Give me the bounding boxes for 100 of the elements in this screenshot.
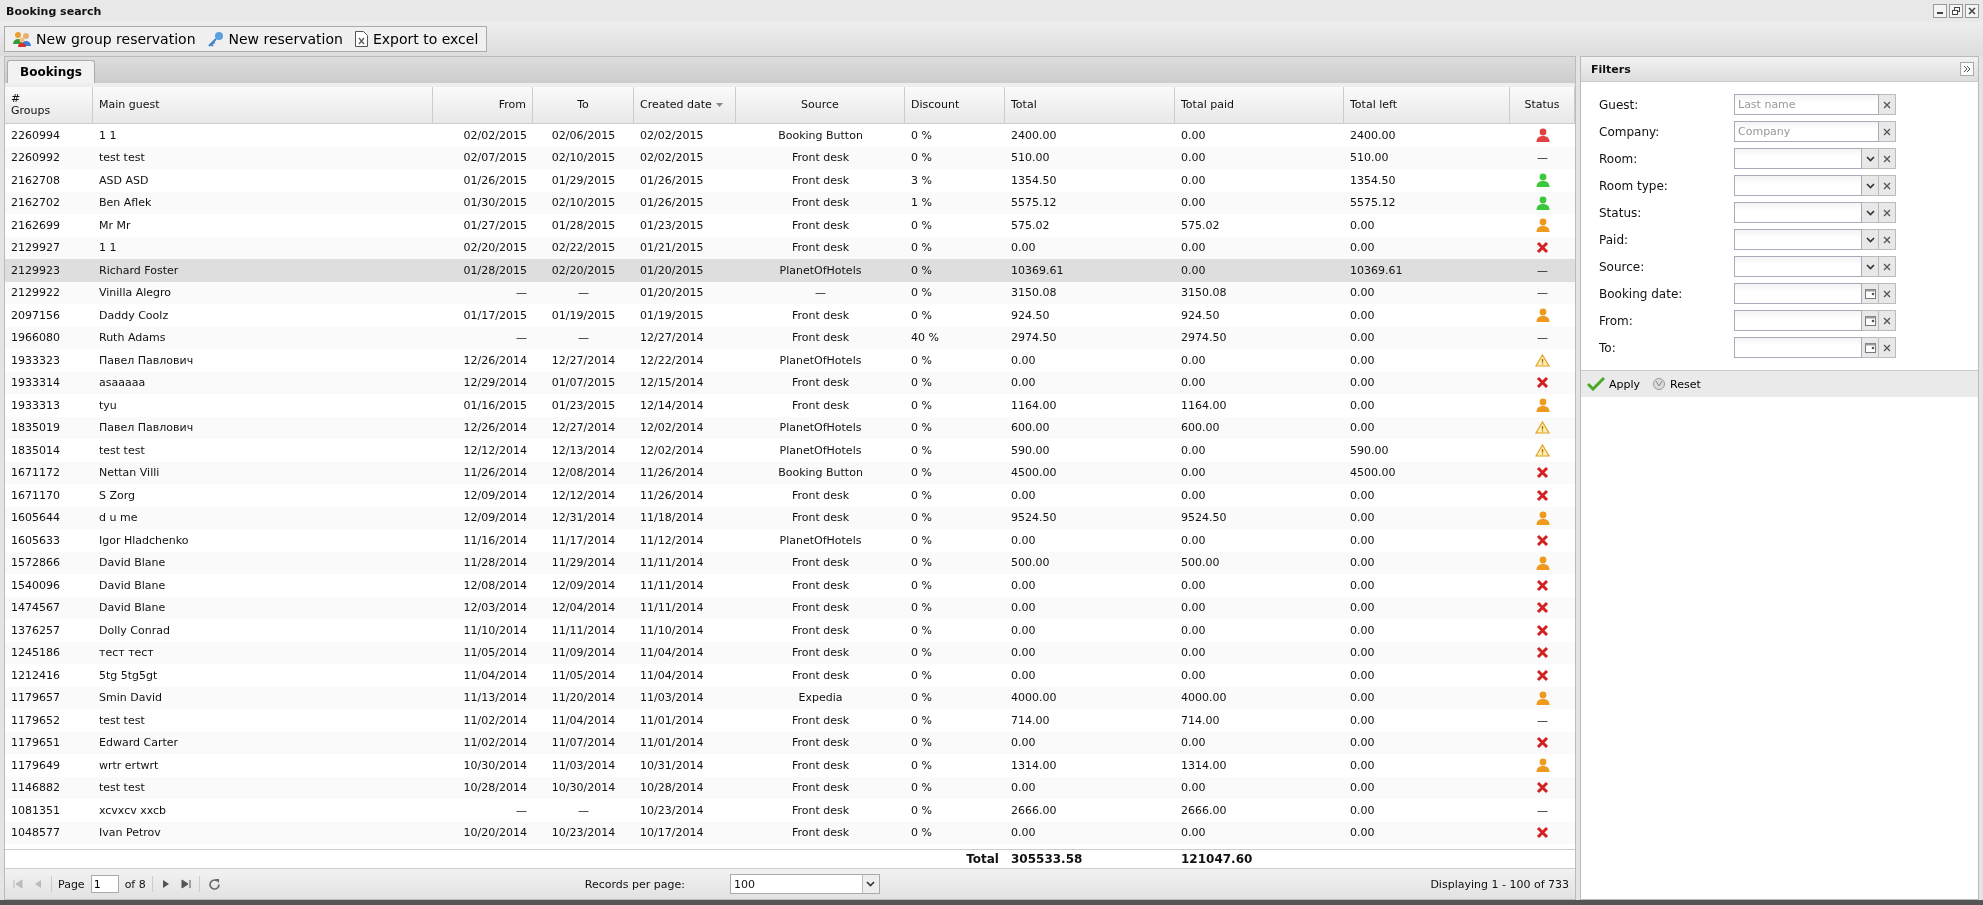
table-cell: 575.02 xyxy=(1181,218,1220,232)
calendar-button[interactable] xyxy=(1862,310,1879,331)
table-cell: 01/17/2015 xyxy=(463,308,527,322)
column-header[interactable]: Created date xyxy=(634,87,736,123)
column-header[interactable]: Main guest xyxy=(93,87,433,123)
clear-button[interactable] xyxy=(1879,202,1896,223)
table-cell: 12/03/2014 xyxy=(463,601,527,615)
table-cell: 1179651 xyxy=(11,736,60,750)
text-field[interactable]: Last name xyxy=(1734,94,1879,115)
table-row[interactable]: 2129922 Vinilla Alegro — — 01/20/2015 — 0 % 3150.08 3150.08 0.00 — xyxy=(5,281,1575,304)
date-field[interactable] xyxy=(1734,310,1862,331)
table-row[interactable]: 1146882 test test 10/28/2014 10/30/2014 10/28/2014 Front desk 0 % 0.00 0.00 0.00 xyxy=(5,776,1575,799)
date-field[interactable] xyxy=(1734,283,1862,304)
toolbar-button[interactable]: New reservation xyxy=(203,29,347,49)
table-row[interactable]: 1179651 Edward Carter 11/02/2014 11/07/2014 11/01/2014 Front desk 0 % 0.00 0.00 0.00 xyxy=(5,731,1575,754)
reset-button[interactable]: Reset xyxy=(1652,377,1701,391)
dropdown-button[interactable] xyxy=(1862,229,1879,250)
clear-button[interactable] xyxy=(1879,229,1896,250)
table-row[interactable]: 2129927 1 1 02/20/2015 02/22/2015 01/21/2015 Front desk 0 % 0.00 0.00 0.00 xyxy=(5,236,1575,259)
table-cell: PlanetOfHotels xyxy=(779,421,862,435)
dropdown-button[interactable] xyxy=(1862,175,1879,196)
calendar-button[interactable] xyxy=(1862,283,1879,304)
clear-button[interactable] xyxy=(1879,283,1896,304)
dropdown-button[interactable] xyxy=(1862,148,1879,169)
table-cell: 0.00 xyxy=(1011,353,1036,367)
table-cell: 0.00 xyxy=(1181,128,1206,142)
clear-button[interactable] xyxy=(1879,175,1896,196)
table-cell: Front desk xyxy=(791,173,850,187)
text-field[interactable]: Company xyxy=(1734,121,1879,142)
close-button[interactable] xyxy=(1965,4,1979,18)
clear-button[interactable] xyxy=(1879,121,1896,142)
table-row[interactable]: 1671172 Nettan Villi 11/26/2014 12/08/2014 11/26/2014 Booking Button 0 % 4500.00 0.00 4500.00 xyxy=(5,461,1575,484)
table-row[interactable]: 1933314 asaaaaa 12/29/2014 01/07/2015 12/15/2014 Front desk 0 % 0.00 0.00 0.00 xyxy=(5,371,1575,394)
table-cell: 10/30/2014 xyxy=(551,781,616,795)
clear-button[interactable] xyxy=(1879,256,1896,277)
dropdown-field[interactable] xyxy=(1734,202,1862,223)
table-row[interactable]: 1966080 Ruth Adams — — 12/27/2014 Front desk 40 % 2974.50 2974.50 0.00 — xyxy=(5,326,1575,349)
page-number-field[interactable]: 1 xyxy=(90,875,119,893)
records-per-page-dropdown[interactable]: 100 xyxy=(729,874,880,894)
table-cell: 02/10/2015 xyxy=(551,196,616,210)
clear-button[interactable] xyxy=(1879,148,1896,169)
filter-label: Source: xyxy=(1599,259,1646,274)
table-row[interactable]: 2162702 Ben Aflek 01/30/2015 02/10/2015 01/26/2015 Front desk 1 % 5575.12 0.00 5575.12 xyxy=(5,191,1575,214)
toolbar-button[interactable]: Export to excel xyxy=(350,29,483,49)
table-cell: 11/09/2014 xyxy=(551,646,616,660)
table-cell: David Blane xyxy=(99,601,166,615)
dropdown-button[interactable] xyxy=(1862,202,1879,223)
collapse-button[interactable] xyxy=(1960,62,1974,76)
column-header[interactable]: # Groups xyxy=(5,87,93,123)
table-row[interactable]: 2260992 test test 02/07/2015 02/10/2015 02/02/2015 Front desk 0 % 510.00 0.00 510.00 — xyxy=(5,146,1575,169)
table-cell: 1933314 xyxy=(11,376,60,390)
table-cell: 600.00 xyxy=(1181,421,1220,435)
column-header[interactable]: Discount xyxy=(905,87,1005,123)
table-cell: 0.00 xyxy=(1181,826,1206,840)
table-cell: 12/09/2014 xyxy=(463,511,527,525)
table-cell: 02/22/2015 xyxy=(551,241,616,255)
tab[interactable]: Bookings xyxy=(7,60,95,83)
clear-button[interactable] xyxy=(1879,310,1896,331)
date-field[interactable] xyxy=(1734,337,1862,358)
table-cell: 12/26/2014 xyxy=(463,353,527,367)
table-cell: 01/26/2015 xyxy=(463,173,527,187)
table-cell: 0.00 xyxy=(1350,308,1375,322)
table-row[interactable]: 1179657 Smin David 11/13/2014 11/20/2014 11/03/2014 Expedia 0 % 4000.00 4000.00 0.00 xyxy=(5,686,1575,709)
dropdown-field[interactable] xyxy=(1734,148,1862,169)
table-cell: 0.00 xyxy=(1181,578,1206,592)
table-row[interactable]: 1048577 Ivan Petrov 10/20/2014 10/23/2014 10/17/2014 Front desk 0 % 0.00 0.00 0.00 xyxy=(5,821,1575,844)
column-header[interactable]: Total xyxy=(1005,87,1175,123)
dropdown-button[interactable] xyxy=(1862,256,1879,277)
table-row[interactable]: 1835019 Павел Павлович 12/26/2014 12/27/2014 12/02/2014 PlanetOfHotels 0 % 600.00 600.00 0.00 xyxy=(5,416,1575,439)
column-header[interactable]: Status xyxy=(1510,87,1575,123)
column-header[interactable]: From xyxy=(433,87,533,123)
table-cell: 11/11/2014 xyxy=(640,578,704,592)
restore-button[interactable] xyxy=(1949,4,1963,18)
column-header[interactable]: To xyxy=(533,87,634,123)
dropdown-field[interactable] xyxy=(1734,175,1862,196)
sort-arrow-icon xyxy=(715,103,723,107)
clear-button[interactable] xyxy=(1879,94,1896,115)
page-count: of 8 xyxy=(124,877,146,891)
calendar-button[interactable] xyxy=(1862,337,1879,358)
table-row[interactable]: 1605644 d u me 12/09/2014 12/31/2014 11/18/2014 Front desk 0 % 9524.50 9524.50 0.00 xyxy=(5,506,1575,529)
toolbar-button[interactable]: New group reservation xyxy=(9,29,200,49)
table-cell: 02/20/2015 xyxy=(463,241,527,255)
table-row[interactable]: 1245186 тест тест 11/05/2014 11/09/2014 11/04/2014 Front desk 0 % 0.00 0.00 0.00 xyxy=(5,641,1575,664)
last-page-button[interactable] xyxy=(178,877,193,891)
dropdown-field[interactable] xyxy=(1734,229,1862,250)
table-cell: 02/06/2015 xyxy=(551,128,616,142)
dropdown-field[interactable] xyxy=(1734,256,1862,277)
apply-button[interactable]: Apply xyxy=(1587,377,1641,391)
clear-button[interactable] xyxy=(1879,337,1896,358)
table-row[interactable]: 1572866 David Blane 11/28/2014 11/29/2014 11/11/2014 Front desk 0 % 500.00 500.00 0.00 xyxy=(5,551,1575,574)
column-header[interactable]: Total paid xyxy=(1175,87,1344,123)
minimize-button[interactable] xyxy=(1933,4,1947,18)
table-cell: 0.00 xyxy=(1350,511,1375,525)
table-row[interactable]: 2129923 Richard Foster 01/28/2015 02/20/2015 01/20/2015 PlanetOfHotels 0 % 10369.61 0.00 10369.61 — xyxy=(5,259,1575,282)
table-cell: 0.00 xyxy=(1350,331,1375,345)
table-row[interactable]: 1474567 David Blane 12/03/2014 12/04/2014 11/11/2014 Front desk 0 % 0.00 0.00 0.00 xyxy=(5,596,1575,619)
column-header[interactable]: Total left xyxy=(1344,87,1510,123)
column-header[interactable]: Source xyxy=(736,87,905,123)
table-cell: — xyxy=(815,286,826,300)
window-title: Booking search xyxy=(6,4,102,18)
